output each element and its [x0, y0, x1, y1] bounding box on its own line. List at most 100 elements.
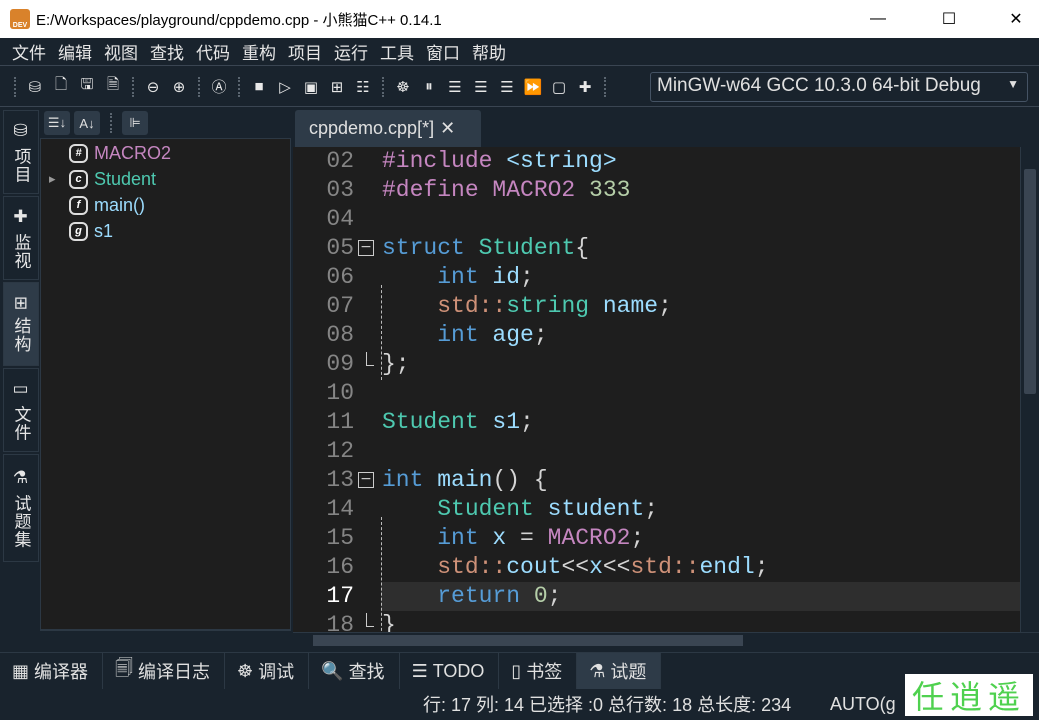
- new-file-icon[interactable]: 🗋: [48, 74, 74, 100]
- minimize-button[interactable]: —: [855, 0, 901, 38]
- code-editor[interactable]: 02 #include <string> 03 #define MACRO2 333 0…: [293, 147, 1020, 632]
- tree-toolbar-button[interactable]: ⊫: [122, 111, 148, 135]
- fold-toggle-icon[interactable]: −: [358, 240, 374, 256]
- editor-area: cppdemo.cpp[*] ✕ 02 #include <string> 03 #d…: [293, 108, 1039, 648]
- format-icon[interactable]: Ⓐ: [206, 74, 232, 100]
- editor-tab-bar: cppdemo.cpp[*] ✕: [293, 108, 1039, 147]
- tree-toolbar-button[interactable]: ☰↓: [44, 111, 70, 135]
- side-tab-1[interactable]: ✚ 监视: [3, 196, 39, 280]
- code-text: };: [382, 350, 410, 379]
- scroll-thumb[interactable]: [1024, 169, 1036, 394]
- code-line: 03 #define MACRO2 333: [293, 176, 1020, 205]
- step-over-icon[interactable]: ☰: [442, 74, 468, 100]
- tree-node-label: main(): [94, 194, 146, 215]
- step-into-icon[interactable]: ☰: [468, 74, 494, 100]
- line-number: 11: [326, 409, 354, 435]
- bottom-tab-label: 书签: [526, 662, 563, 682]
- hscroll-thumb[interactable]: [313, 635, 743, 646]
- encoding-status[interactable]: AUTO(g: [830, 694, 896, 715]
- side-tab-icon: ✚: [11, 206, 31, 228]
- code-token: <<: [602, 554, 631, 580]
- line-number: 06: [326, 264, 354, 290]
- side-tab-icon: ⊞: [11, 295, 31, 311]
- vertical-scrollbar[interactable]: [1020, 147, 1039, 632]
- code-text: std::string name;: [382, 292, 672, 321]
- bottom-tab-4[interactable]: ☰ TODO: [400, 653, 500, 689]
- code-token: ;: [658, 293, 672, 319]
- horizontal-scrollbar[interactable]: [293, 632, 1039, 648]
- code-token: x: [589, 554, 603, 580]
- bottom-tab-label: 编译日志: [138, 662, 210, 682]
- code-token: () {: [492, 467, 548, 493]
- bottom-tab-2[interactable]: ☸ 调试: [225, 653, 310, 689]
- maximize-button[interactable]: ☐: [926, 0, 972, 38]
- app-logo-icon: DEV: [10, 9, 30, 29]
- menu-item[interactable]: 窗口: [420, 39, 466, 64]
- symbol-badge-icon: c: [69, 169, 88, 189]
- bottom-tab-3[interactable]: 🔍 查找: [309, 653, 400, 689]
- bottom-tab-0[interactable]: ▦ 编译器: [0, 653, 104, 689]
- fold-toggle-icon[interactable]: −: [358, 472, 374, 488]
- stop-icon[interactable]: ▢: [546, 74, 572, 100]
- menu-item[interactable]: 视图: [98, 39, 144, 64]
- tab-cppdemo[interactable]: cppdemo.cpp[*] ✕: [295, 110, 481, 147]
- compile-run-icon[interactable]: ▣: [298, 74, 324, 100]
- compiler-select[interactable]: MinGW-w64 GCC 10.3.0 64-bit Debug ▼: [650, 72, 1028, 102]
- code-token: MACRO2: [492, 177, 590, 203]
- pause-icon[interactable]: ⏸: [416, 74, 442, 100]
- bottom-tab-6[interactable]: ⚗ 试题: [577, 653, 662, 689]
- expand-arrow-icon[interactable]: ▸: [49, 171, 56, 187]
- tree-node[interactable]: f main(): [69, 192, 145, 218]
- save-icon[interactable]: 🖫: [74, 74, 100, 100]
- tree-node[interactable]: g s1: [69, 218, 113, 244]
- tree-node[interactable]: # MACRO2: [69, 140, 171, 166]
- side-tab-3[interactable]: ▭ 文件: [3, 368, 39, 452]
- code-token: Student: [382, 409, 493, 435]
- code-token: std::: [630, 554, 700, 580]
- side-tab-0[interactable]: ⛁ 项目: [3, 110, 39, 194]
- close-tab-icon[interactable]: ✕: [440, 118, 455, 139]
- side-tab-icon: ⚗: [11, 467, 31, 489]
- code-token: ;: [533, 322, 548, 348]
- close-button[interactable]: ✕: [993, 0, 1039, 38]
- menu-item[interactable]: 文件: [6, 39, 52, 64]
- database-icon[interactable]: ⛁: [22, 74, 48, 100]
- menu-item[interactable]: 编辑: [52, 39, 98, 64]
- tree-toolbar-button[interactable]: A↓: [74, 111, 100, 135]
- compiler-value: MinGW-w64 GCC 10.3.0 64-bit Debug: [657, 75, 981, 96]
- bottom-tab-5[interactable]: ▯ 书签: [499, 653, 578, 689]
- menu-item[interactable]: 工具: [374, 39, 420, 64]
- code-text: int x = MACRO2;: [382, 524, 644, 553]
- code-text: int main() {: [382, 466, 548, 495]
- forward-icon[interactable]: ⊕: [166, 74, 192, 100]
- back-icon[interactable]: ⊖: [140, 74, 166, 100]
- menu-item[interactable]: 查找: [144, 39, 190, 64]
- continue-icon[interactable]: ⏩: [520, 74, 546, 100]
- menu-item[interactable]: 代码: [190, 39, 236, 64]
- bottom-tab-icon: ▯: [511, 660, 522, 681]
- options-icon[interactable]: ☷: [350, 74, 376, 100]
- status-bar: 行: 17 列: 14 已选择 :0 总行数: 18 总长度: 234 AUTO…: [0, 688, 1039, 720]
- code-token: Student: [478, 235, 576, 261]
- side-tab-2[interactable]: ⊞ 结构: [3, 282, 39, 366]
- save-as-icon[interactable]: 🗎: [100, 74, 126, 100]
- code-token: };: [382, 351, 410, 377]
- compile-icon[interactable]: ■: [246, 74, 272, 100]
- menu-item[interactable]: 帮助: [466, 39, 512, 64]
- bottom-tab-label: 调试: [258, 662, 295, 682]
- menu-item[interactable]: 重构: [236, 39, 282, 64]
- tree-horizontal-scrollbar[interactable]: [40, 630, 291, 646]
- bottom-tab-1[interactable]: 🗐 编译日志: [103, 653, 225, 689]
- step-out-icon[interactable]: ☰: [494, 74, 520, 100]
- code-text: int age;: [382, 321, 548, 350]
- code-token: =: [520, 525, 548, 551]
- add-watch-icon[interactable]: ✚: [572, 74, 598, 100]
- tree-node[interactable]: ▸ c Student: [49, 166, 156, 192]
- menu-item[interactable]: 运行: [328, 39, 374, 64]
- code-text: #include <string>: [382, 147, 617, 176]
- run-icon[interactable]: ▷: [272, 74, 298, 100]
- debug-icon[interactable]: ☸: [390, 74, 416, 100]
- menu-item[interactable]: 项目: [282, 39, 328, 64]
- rebuild-icon[interactable]: ⊞: [324, 74, 350, 100]
- side-tab-4[interactable]: ⚗ 试题集: [3, 454, 39, 562]
